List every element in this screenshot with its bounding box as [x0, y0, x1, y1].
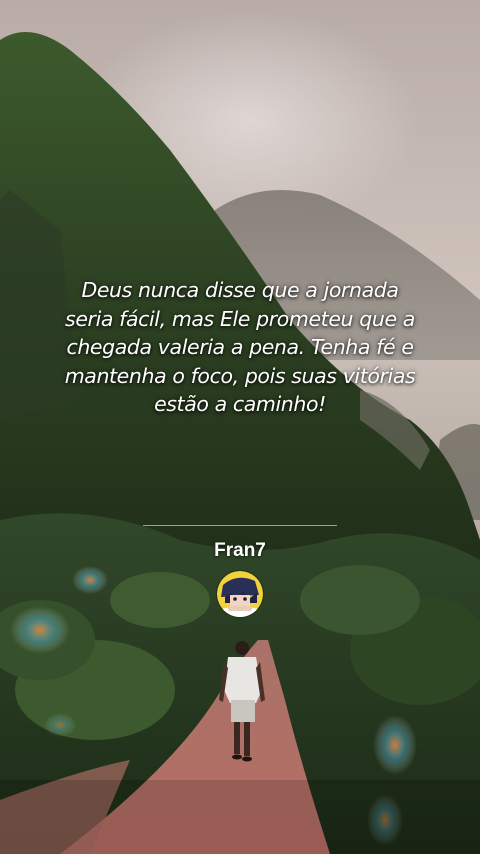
quote-text: Deus nunca disse que a jornada seria fác…: [40, 276, 440, 419]
quote-line: estão a caminho!: [154, 392, 326, 416]
author-name[interactable]: Fran7: [140, 540, 340, 562]
quote-line: chegada valeria a pena. Tenha fé e: [66, 335, 414, 359]
quote-line: seria fácil, mas Ele prometeu que a: [65, 306, 415, 331]
background-landscape: [0, 0, 480, 854]
divider: [143, 525, 337, 526]
anime-avatar-icon[interactable]: [217, 571, 263, 617]
quote-line: Deus nunca disse que a jornada: [81, 278, 399, 302]
quote-line: mantenha o foco, pois suas vitórias: [64, 363, 416, 388]
